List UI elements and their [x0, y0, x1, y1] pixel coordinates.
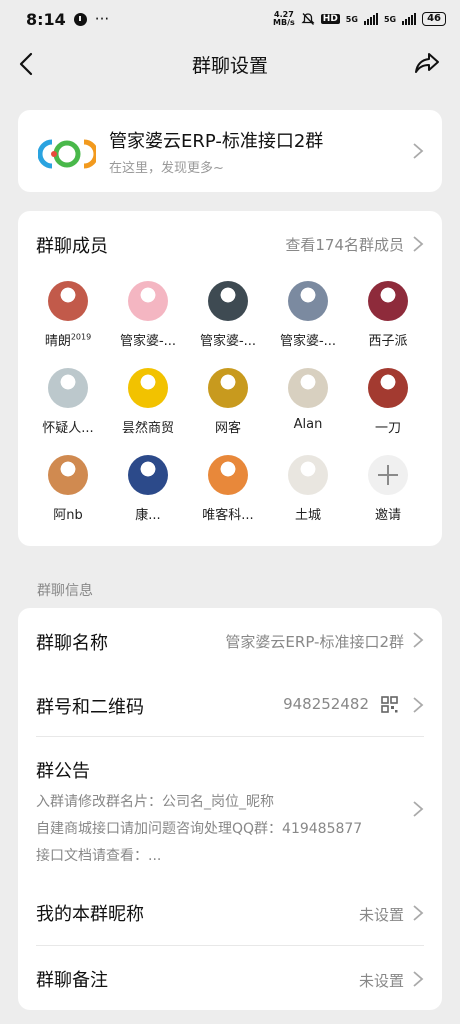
member-item[interactable]: 昙然商贸 [108, 368, 188, 436]
share-icon[interactable] [412, 48, 442, 78]
my-nickname-value: 未设置 [358, 906, 404, 924]
member-name: 网客 [214, 421, 241, 436]
soldier-avatar [208, 281, 248, 321]
member-name: 晴朗 [44, 334, 71, 349]
sketch-man-avatar [288, 368, 328, 408]
members-card: 群聊成员 查看174名群成员 晴朗2019 管家婆-... 管家婆-... 管家婆-.… [18, 211, 442, 546]
invite-member-button[interactable]: 邀请 [348, 455, 428, 523]
member-name: 管家婆-... [119, 334, 177, 349]
group-number-label: 群号和二维码 [36, 697, 144, 718]
group-name-row[interactable]: 群聊名称 管家婆云ERP-标准接口2群 [18, 608, 442, 672]
cartoon-man-avatar [48, 368, 88, 408]
member-name-line: 晴朗2019 [28, 330, 108, 349]
chevron-right-icon [413, 905, 424, 921]
member-name: Alan [293, 417, 323, 432]
member-name: 土城 [294, 508, 321, 523]
member-item[interactable]: 西子派 [348, 281, 428, 349]
member-item[interactable]: 晴朗2019 [28, 281, 108, 349]
member-name: 唯客科... [202, 508, 254, 523]
member-item[interactable]: 网客 [188, 368, 268, 436]
alarm-icon [73, 12, 87, 26]
member-name: 西子派 [368, 334, 408, 349]
top-hat-avatar [288, 455, 328, 495]
group-remark-value: 未设置 [358, 972, 404, 990]
member-item[interactable]: 唯客科... [188, 455, 268, 523]
members-title: 群聊成员 [36, 236, 108, 257]
chevron-right-icon [413, 697, 424, 713]
battery-indicator: 46 [422, 12, 446, 26]
net-type-1: 5G [345, 14, 358, 24]
plus-icon [368, 455, 408, 495]
page-title: 群聊设置 [191, 55, 268, 77]
member-name: 一刀 [374, 421, 401, 436]
pink-cat-avatar [128, 281, 168, 321]
view-all-members-link[interactable]: 查看174名群成员 [285, 234, 404, 255]
gold-bars-avatar [208, 368, 248, 408]
net-speed: 4.27 MB/s [273, 11, 295, 27]
member-item[interactable]: 管家婆-... [268, 281, 348, 349]
signal-icon [363, 13, 378, 25]
member-name-sup: 2019 [70, 332, 92, 342]
status-bar: 8:14 ··· 4.27 MB/s HD 5G 5G 46 [0, 0, 460, 38]
yellow-pixel-avatar [128, 368, 168, 408]
member-item[interactable]: 管家婆-... [108, 281, 188, 349]
notice-line: 接口文档请查看：... [36, 848, 162, 864]
group-name-label: 群聊名称 [36, 633, 108, 654]
group-name: 管家婆云ERP-标准接口2群 [109, 131, 324, 152]
member-item[interactable]: 阿nb [28, 455, 108, 523]
hd-badge: HD [320, 14, 340, 24]
net-speed-unit: MB/s [273, 18, 295, 27]
nav-bar: 群聊设置 [0, 38, 460, 90]
chevron-right-icon [413, 143, 424, 159]
status-left: 8:14 ··· [26, 10, 109, 29]
member-name: 昙然商贸 [121, 421, 174, 436]
vw-logo-avatar [128, 455, 168, 495]
group-logo-icon [38, 139, 96, 169]
group-remark-label: 群聊备注 [36, 970, 108, 991]
more-notifications: ··· [94, 10, 110, 28]
member-name: 康... [135, 508, 161, 523]
qr-code-icon[interactable] [381, 696, 398, 713]
net-type-2: 5G [383, 14, 397, 24]
notice-line: 入群请修改群名片：公司名_岗位_昵称 [36, 794, 274, 810]
group-name-value: 管家婆云ERP-标准接口2群 [225, 633, 404, 651]
member-item[interactable]: Alan [268, 368, 348, 432]
status-time: 8:14 [26, 9, 66, 29]
sunset-avatar [48, 455, 88, 495]
my-nickname-row[interactable]: 我的本群昵称 未设置 [18, 882, 442, 946]
group-notice-row[interactable]: 群公告 入群请修改群名片：公司名_岗位_昵称 自建商城接口请加问题咨询处理QQ群… [18, 737, 442, 882]
group-subtitle: 在这里，发现更多~ [109, 161, 224, 176]
member-name: 怀疑人... [42, 421, 94, 436]
person-photo-avatar [288, 281, 328, 321]
status-right: 4.27 MB/s HD 5G 5G 46 [273, 11, 446, 27]
group-number-value: 948252482 [283, 695, 369, 713]
member-item[interactable]: 土城 [268, 455, 348, 523]
fox-avatar [208, 455, 248, 495]
anime-girl-avatar [48, 281, 88, 321]
chevron-right-icon [413, 801, 424, 817]
member-item[interactable]: 怀疑人... [28, 368, 108, 436]
member-item[interactable]: 康... [108, 455, 188, 523]
group-info-card: 群聊名称 管家婆云ERP-标准接口2群 群号和二维码 948252482 群公告… [18, 608, 442, 1010]
member-item[interactable]: 一刀 [348, 368, 428, 436]
mute-bell-icon [301, 13, 315, 25]
group-remark-row[interactable]: 群聊备注 未设置 [18, 946, 442, 1010]
my-nickname-label: 我的本群昵称 [36, 904, 144, 925]
section-label-group-info: 群聊信息 [37, 583, 93, 599]
group-notice-label: 群公告 [36, 761, 90, 782]
chevron-right-icon[interactable] [412, 235, 424, 253]
member-name: 阿nb [53, 508, 83, 523]
member-item[interactable]: 管家婆-... [188, 281, 268, 349]
chevron-right-icon [413, 971, 424, 987]
notice-line: 自建商城接口请加问题咨询处理QQ群：419485877 [36, 821, 363, 837]
member-name: 管家婆-... [199, 334, 257, 349]
group-profile-card[interactable]: 管家婆云ERP-标准接口2群 在这里，发现更多~ [18, 110, 442, 192]
red-abstract-avatar [368, 281, 408, 321]
chevron-right-icon [413, 632, 424, 648]
invite-label: 邀请 [374, 508, 401, 523]
group-number-row[interactable]: 群号和二维码 948252482 [18, 672, 442, 736]
signal-icon-2 [402, 13, 417, 25]
member-name: 管家婆-... [279, 334, 337, 349]
person-red-avatar [368, 368, 408, 408]
